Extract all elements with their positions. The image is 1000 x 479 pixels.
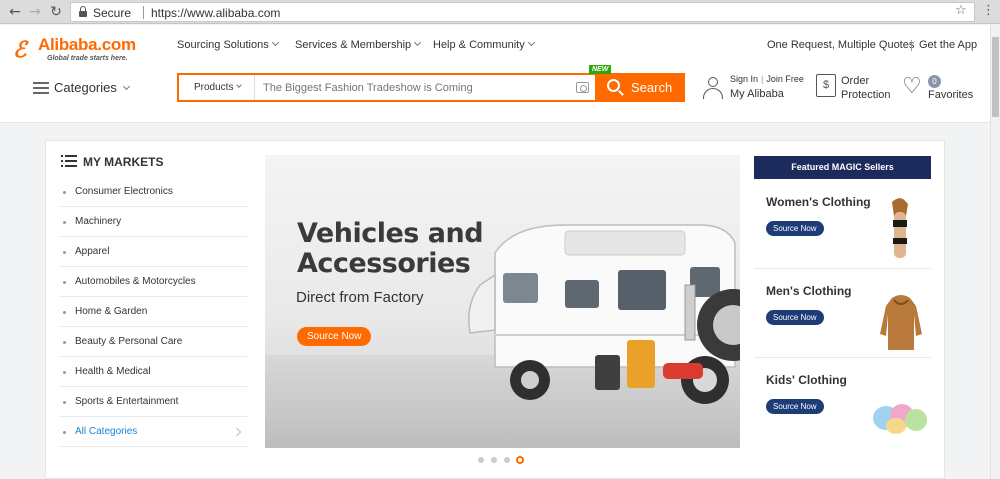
womens-clothing-image — [892, 198, 908, 258]
nav-label: Help & Community — [433, 39, 525, 51]
market-list: Consumer Electronics Machinery Apparel A… — [59, 177, 247, 447]
market-item-machinery[interactable]: Machinery — [59, 207, 247, 237]
banner-source-now-button[interactable]: Source Now — [297, 327, 372, 346]
search-category-label: Products — [194, 82, 234, 93]
alibaba-logo[interactable]: ℰ Alibaba.com Global trade starts here. — [13, 33, 153, 67]
heart-icon[interactable]: ♡ — [902, 76, 922, 98]
market-item-consumer-electronics[interactable]: Consumer Electronics — [59, 177, 247, 207]
market-item-apparel[interactable]: Apparel — [59, 237, 247, 267]
market-item-beauty-personal-care[interactable]: Beauty & Personal Care — [59, 327, 247, 357]
get-app-link[interactable]: Get the App — [919, 39, 977, 51]
address-bar[interactable]: Secure https://www.alibaba.com — [70, 2, 975, 22]
categories-dropdown[interactable]: Categories — [54, 80, 130, 95]
nav-label: Sourcing Solutions — [177, 39, 269, 51]
nav-services-membership[interactable]: Services & Membership — [295, 38, 422, 51]
featured-card-mens[interactable]: Men's Clothing Source Now — [754, 271, 931, 358]
main-content-card: MY MARKETS Consumer Electronics Machiner… — [45, 140, 945, 479]
join-free-link[interactable]: Join Free — [766, 74, 804, 84]
secure-label: Secure — [93, 6, 132, 20]
divider — [911, 40, 912, 51]
chevron-down-icon — [271, 38, 279, 47]
order-protection-icon: $ — [816, 74, 836, 97]
all-categories-link[interactable]: All Categories — [59, 417, 247, 447]
reload-icon[interactable]: ↻ — [47, 3, 65, 21]
user-icon[interactable] — [702, 76, 724, 100]
carousel-dot-active[interactable] — [516, 456, 524, 464]
featured-card-womens[interactable]: Women's Clothing Source Now — [754, 182, 931, 269]
search-icon — [607, 79, 620, 92]
search-button-label: Search — [631, 80, 673, 95]
carousel-dot[interactable] — [478, 457, 484, 463]
my-markets-title: MY MARKETS — [83, 155, 164, 169]
carousel-dot[interactable] — [491, 457, 497, 463]
browser-menu-icon[interactable]: ⋮ — [982, 3, 995, 18]
page-scrollbar[interactable] — [990, 25, 1000, 479]
mens-hoodie-image — [880, 295, 922, 350]
featured-source-now-button[interactable]: Source Now — [766, 221, 824, 236]
featured-card-title: Kids' Clothing — [766, 373, 847, 387]
chevron-down-icon — [414, 38, 422, 47]
logo-mark-icon: ℰ — [13, 37, 27, 63]
nav-sourcing-solutions[interactable]: Sourcing Solutions — [177, 38, 279, 51]
market-item-automobiles-motorcycles[interactable]: Automobiles & Motorcycles — [59, 267, 247, 297]
bookmark-star-icon[interactable]: ☆ — [955, 3, 967, 18]
divider: | — [761, 74, 764, 84]
lock-icon — [79, 6, 87, 17]
carousel-dot[interactable] — [504, 457, 510, 463]
market-item-home-garden[interactable]: Home & Garden — [59, 297, 247, 327]
order-protection-line1[interactable]: Order — [841, 75, 869, 87]
kids-clothing-image — [873, 404, 927, 434]
market-item-health-medical[interactable]: Health & Medical — [59, 357, 247, 387]
search-bar: Products Search NEW — [177, 65, 685, 102]
forward-icon[interactable]: → — [26, 3, 44, 21]
hero-banner[interactable]: Vehicles and Accessories Direct from Fac… — [265, 155, 740, 448]
url-text[interactable]: https://www.alibaba.com — [151, 6, 280, 20]
favorites-link[interactable]: Favorites — [928, 89, 973, 101]
featured-card-kids[interactable]: Kids' Clothing Source Now — [754, 360, 931, 447]
multiple-quotes-link[interactable]: One Request, Multiple Quotes — [767, 39, 914, 51]
featured-card-title: Women's Clothing — [766, 195, 871, 209]
featured-card-title: Men's Clothing — [766, 284, 852, 298]
search-category-select[interactable]: Products — [179, 75, 255, 100]
camera-search-icon[interactable] — [576, 82, 589, 93]
search-input[interactable] — [263, 80, 563, 96]
chevron-down-icon — [236, 82, 243, 88]
my-alibaba-link[interactable]: My Alibaba — [730, 88, 784, 100]
url-divider — [143, 6, 144, 19]
new-badge: NEW — [589, 65, 612, 74]
chevron-down-icon — [122, 82, 130, 91]
nav-help-community[interactable]: Help & Community — [433, 38, 535, 51]
back-icon[interactable]: ← — [6, 3, 24, 21]
banner-subtitle: Direct from Factory — [296, 289, 424, 306]
nav-label: Services & Membership — [295, 39, 412, 51]
logo-brand: Alibaba.com — [38, 35, 136, 54]
browser-toolbar: ← → ↻ Secure https://www.alibaba.com ☆ ⋮ — [0, 0, 1000, 24]
banner-title: Vehicles and Accessories — [297, 218, 484, 279]
market-item-sports-entertainment[interactable]: Sports & Entertainment — [59, 387, 247, 417]
featured-sellers-header: Featured MAGIC Sellers — [754, 156, 931, 179]
categories-menu-icon[interactable] — [33, 82, 49, 94]
site-header: ℰ Alibaba.com Global trade starts here. … — [0, 25, 990, 123]
search-button[interactable]: Search — [595, 73, 685, 102]
logo-tagline: Global trade starts here. — [47, 55, 128, 62]
chevron-down-icon — [527, 38, 535, 47]
categories-label: Categories — [54, 80, 117, 95]
featured-source-now-button[interactable]: Source Now — [766, 399, 824, 414]
list-icon — [61, 155, 77, 167]
featured-source-now-button[interactable]: Source Now — [766, 310, 824, 325]
sign-in-link[interactable]: Sign In — [730, 74, 758, 84]
favorites-count-badge: 0 — [928, 75, 941, 88]
order-protection-line2[interactable]: Protection — [841, 89, 891, 101]
scrollbar-thumb[interactable] — [992, 37, 999, 117]
account-links: Sign In | Join Free — [730, 74, 804, 84]
